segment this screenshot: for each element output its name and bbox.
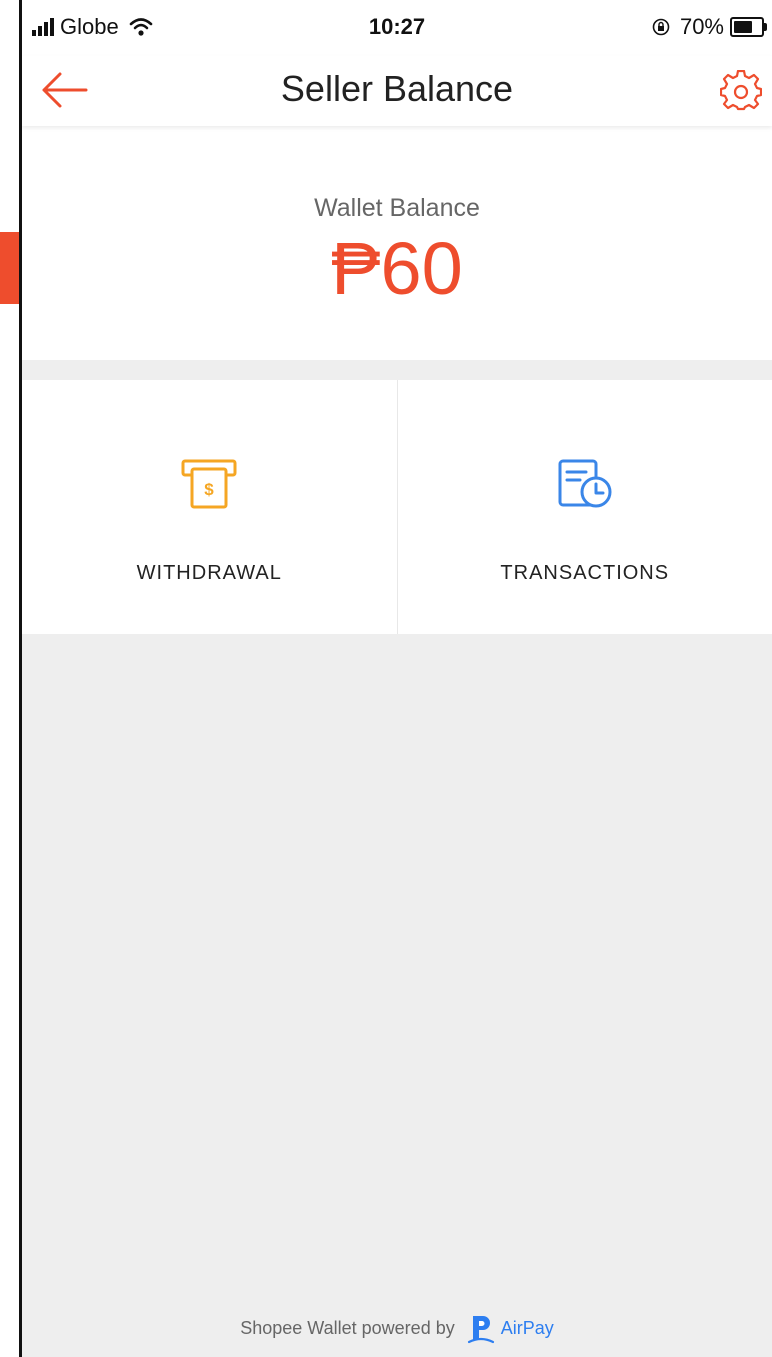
left-edge xyxy=(0,0,22,1357)
rotation-lock-icon xyxy=(652,18,670,36)
airpay-logo-icon xyxy=(467,1316,494,1344)
transactions-button[interactable]: TRANSACTIONS xyxy=(396,380,772,634)
transactions-history-icon xyxy=(558,459,612,508)
withdrawal-label: WITHDRAWAL xyxy=(136,562,282,584)
battery-icon xyxy=(730,17,767,37)
action-icon-wrap: $ xyxy=(22,458,397,510)
settings-button[interactable] xyxy=(719,69,763,112)
action-grid: $ WITHDRAWAL TRANSACTIONS xyxy=(22,380,772,634)
status-bar: Globe 10:27 70% xyxy=(22,0,772,56)
battery-percent: 70% xyxy=(679,14,724,39)
page-title: Seller Balance xyxy=(280,68,514,109)
withdrawal-button[interactable]: $ WITHDRAWAL xyxy=(22,380,397,634)
footer-text: Shopee Wallet powered by xyxy=(240,1317,455,1338)
transactions-label: TRANSACTIONS xyxy=(500,562,670,584)
battery-fill xyxy=(734,21,752,33)
svg-text:$: $ xyxy=(205,480,215,499)
balance-card: Wallet Balance ₱60 xyxy=(22,126,772,360)
balance-label: Wallet Balance xyxy=(314,194,480,222)
nav-bar: Seller Balance xyxy=(22,56,772,126)
action-icon-wrap xyxy=(398,458,772,510)
footer: Shopee Wallet powered by AirPay xyxy=(22,1312,772,1344)
atm-withdrawal-icon: $ xyxy=(181,459,237,509)
status-right: 70% xyxy=(652,14,767,40)
orange-side-tab xyxy=(0,232,19,304)
gear-icon xyxy=(719,69,763,111)
airpay-brand: AirPay xyxy=(500,1317,554,1338)
balance-amount: ₱60 xyxy=(331,227,463,310)
screenshot-frame: Globe 10:27 70% Seller Balance Wallet Ba… xyxy=(0,0,772,1357)
phone-screen: Globe 10:27 70% Seller Balance Wallet Ba… xyxy=(22,0,772,1357)
